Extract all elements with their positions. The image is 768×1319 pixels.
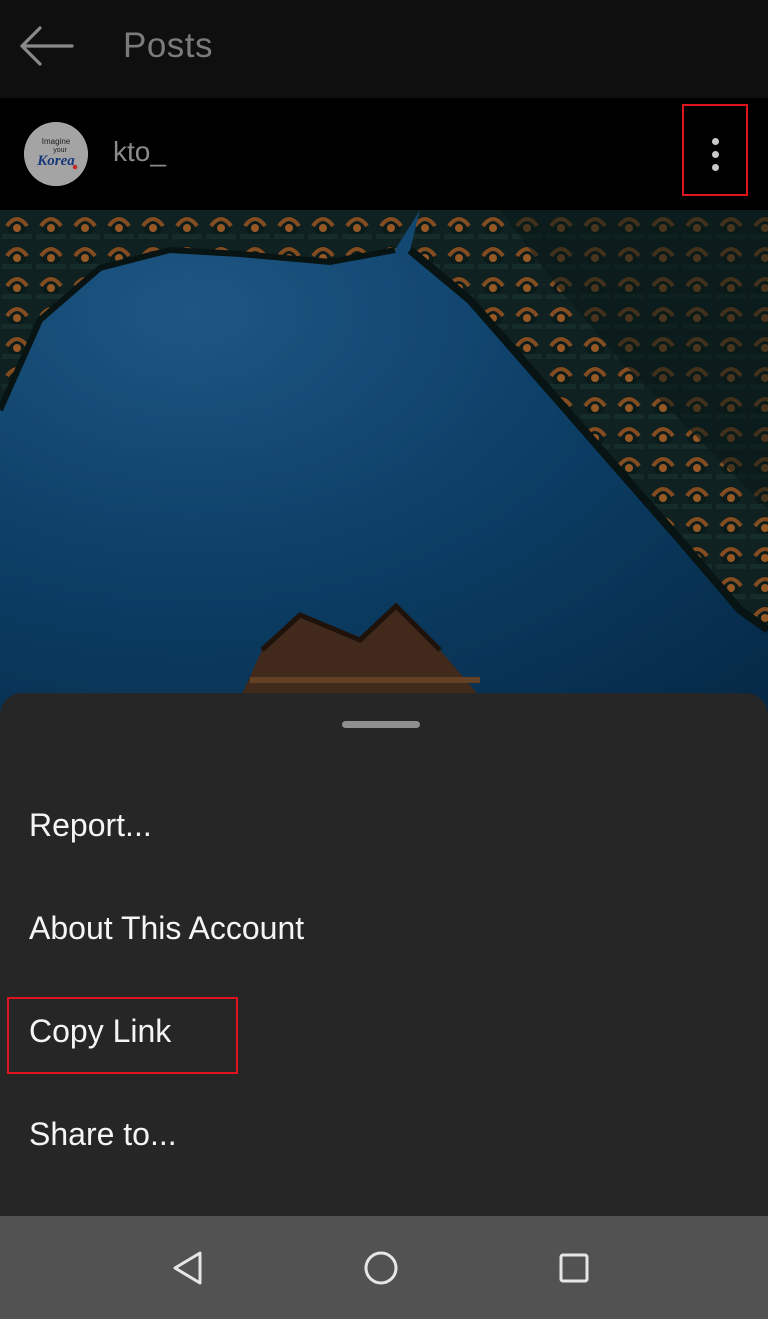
nav-home-circle-icon[interactable] xyxy=(359,1246,403,1290)
post-header: Imagine your Korea kto_ xyxy=(0,98,768,210)
page-title: Posts xyxy=(123,26,214,65)
svg-text:Korea: Korea xyxy=(36,153,75,169)
options-bottom-sheet: Report... About This Account Copy Link S… xyxy=(0,693,768,1216)
menu-item-copy-link[interactable]: Copy Link xyxy=(29,1013,171,1050)
vertical-ellipsis-icon xyxy=(712,138,720,177)
menu-item-about-account[interactable]: About This Account xyxy=(29,910,304,947)
nav-recents-square-icon[interactable] xyxy=(552,1246,596,1290)
menu-item-report[interactable]: Report... xyxy=(29,807,152,844)
kto-logo-icon: Imagine your Korea xyxy=(24,122,88,186)
avatar[interactable]: Imagine your Korea xyxy=(24,122,88,186)
nav-back-triangle-icon[interactable] xyxy=(166,1246,210,1290)
system-navigation-bar xyxy=(0,1216,768,1319)
menu-item-share-to[interactable]: Share to... xyxy=(29,1116,177,1153)
arrow-left-icon[interactable] xyxy=(14,22,76,70)
post-username[interactable]: kto_ xyxy=(113,136,166,168)
more-options-button[interactable] xyxy=(682,104,748,196)
top-app-bar: Posts xyxy=(0,0,768,98)
svg-text:Imagine: Imagine xyxy=(42,137,71,146)
post-image[interactable] xyxy=(0,210,768,720)
sheet-drag-handle[interactable] xyxy=(342,721,420,728)
